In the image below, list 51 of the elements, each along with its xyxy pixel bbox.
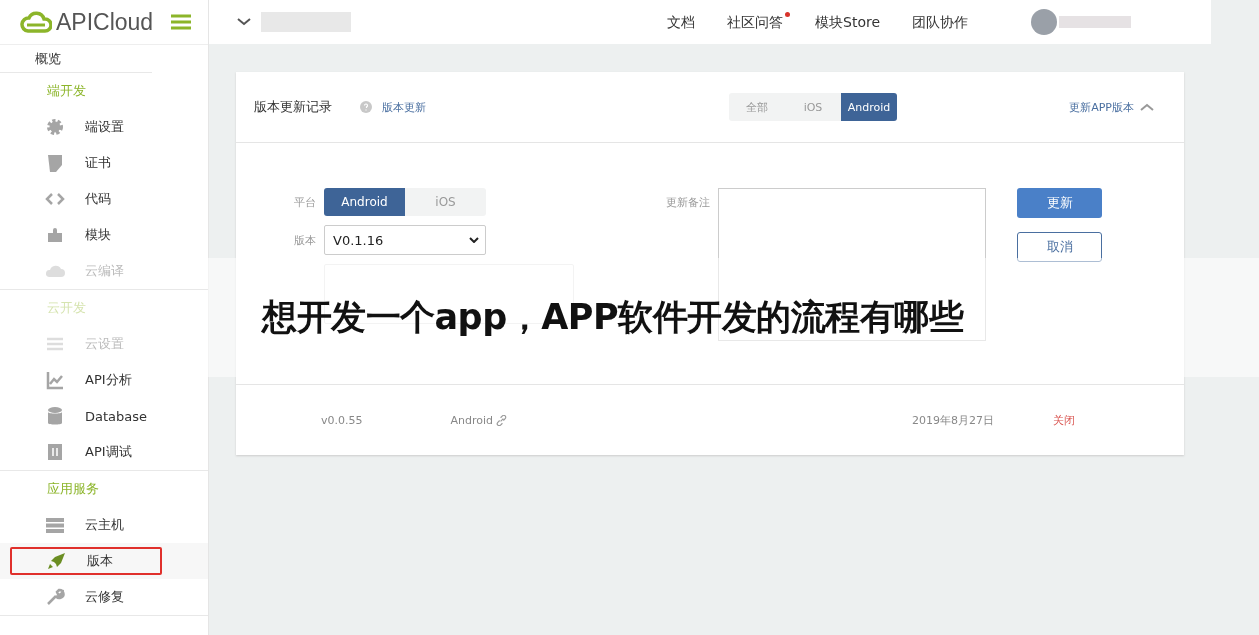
brand-name: APICloud bbox=[56, 8, 154, 36]
platform-option[interactable]: Android bbox=[324, 188, 405, 216]
version-select[interactable]: V0.1.16 bbox=[324, 225, 486, 255]
chevron-down-icon[interactable] bbox=[237, 18, 251, 26]
chart-icon bbox=[45, 370, 65, 390]
section-heading: 应用服务 bbox=[46, 480, 100, 498]
menu-icon[interactable] bbox=[171, 14, 192, 30]
notification-dot bbox=[785, 12, 790, 17]
filter-tab[interactable]: Android bbox=[841, 93, 897, 121]
sidebar-item[interactable]: 证书 bbox=[10, 149, 162, 177]
sidebar-item[interactable]: 概览 bbox=[0, 45, 152, 73]
platform-label: 平台 bbox=[293, 194, 317, 210]
chevron-down-icon bbox=[469, 237, 479, 243]
banner-title: 想开发一个app，APP软件开发的流程有哪些 bbox=[262, 296, 964, 339]
version-label: 版本 bbox=[293, 232, 317, 248]
server-icon bbox=[45, 515, 65, 535]
update-button[interactable]: 更新 bbox=[1017, 188, 1102, 218]
sidebar-item[interactable]: 代码 bbox=[10, 185, 162, 213]
help-link[interactable]: 版本更新 bbox=[382, 99, 426, 115]
blurred-username bbox=[1059, 16, 1131, 28]
sidebar-item[interactable]: 版本 bbox=[10, 547, 162, 575]
nav-link[interactable]: 文档 bbox=[667, 12, 702, 32]
notes-label: 更新备注 bbox=[665, 195, 711, 210]
sidebar-item[interactable]: 云修复 bbox=[10, 583, 162, 611]
section-heading: 端开发 bbox=[46, 82, 87, 100]
sidebar-item[interactable]: 端设置 bbox=[10, 113, 162, 141]
help-icon bbox=[360, 101, 372, 113]
chevron-up-icon[interactable] bbox=[1140, 103, 1154, 111]
wrench-icon bbox=[45, 587, 65, 607]
nav-link[interactable]: 社区问答 bbox=[727, 12, 790, 32]
close-link[interactable]: 关闭 bbox=[1053, 412, 1076, 428]
section-heading: 云开发 bbox=[46, 299, 87, 317]
nav-link[interactable]: 模块Store bbox=[815, 12, 887, 32]
cancel-button[interactable]: 取消 bbox=[1017, 232, 1102, 262]
cloud-logo-icon bbox=[20, 11, 52, 33]
terminal-icon bbox=[45, 442, 65, 462]
card-title: 版本更新记录 bbox=[254, 98, 332, 116]
sidebar-item[interactable]: 模块 bbox=[10, 221, 162, 249]
database-icon bbox=[45, 406, 65, 426]
record-date: 2019年8月27日 bbox=[912, 412, 995, 428]
puzzle-icon bbox=[45, 225, 65, 245]
document-icon bbox=[45, 153, 65, 173]
rocket-icon bbox=[47, 551, 67, 571]
link-icon[interactable] bbox=[496, 414, 508, 426]
record-platform: Android bbox=[450, 413, 494, 427]
gear-icon bbox=[45, 117, 65, 137]
nav-link[interactable]: 团队协作 bbox=[912, 12, 975, 32]
update-app-version-link[interactable]: 更新APP版本 bbox=[1069, 99, 1134, 115]
avatar[interactable] bbox=[1031, 9, 1057, 35]
record-version: v0.0.55 bbox=[321, 413, 363, 427]
sidebar-item[interactable]: 云主机 bbox=[10, 511, 162, 539]
